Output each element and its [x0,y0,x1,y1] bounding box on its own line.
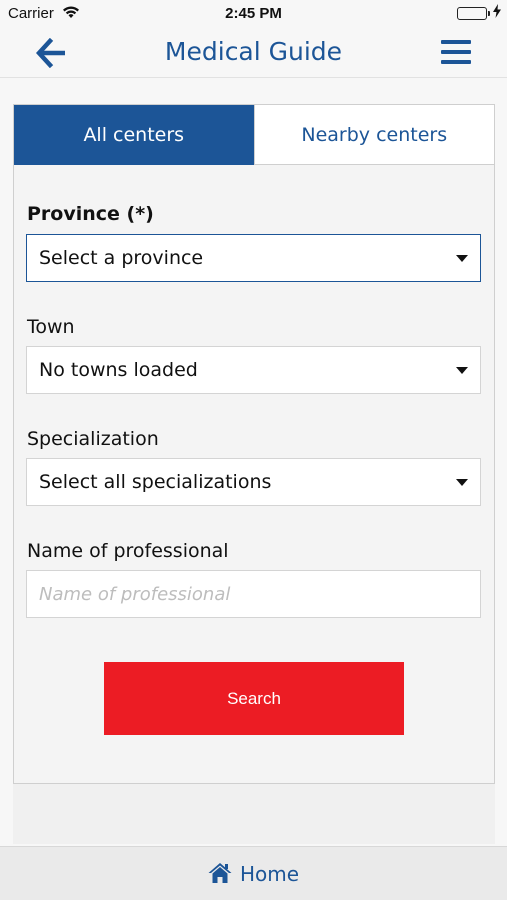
caret-down-icon [456,479,468,486]
professional-name-input[interactable] [26,570,481,618]
card-footer-area [13,784,495,844]
home-button[interactable]: Home [0,846,507,900]
hamburger-menu-icon[interactable] [441,40,471,66]
menu-bar [441,40,471,44]
professional-label: Name of professional [27,540,229,562]
menu-bar [441,50,471,54]
tab-bar: All centers Nearby centers [14,105,494,165]
home-label: Home [239,861,300,886]
home-icon [208,862,232,884]
specialization-select-value: Select all specializations [39,471,272,493]
charging-icon [493,4,501,22]
town-select-value: No towns loaded [39,359,198,381]
province-select[interactable]: Select a province [26,234,481,282]
search-button[interactable]: Search [104,662,404,735]
tab-nearby-centers[interactable]: Nearby centers [253,105,494,165]
province-label: Province (*) [27,203,154,225]
search-card: All centers Nearby centers Province (*) … [13,104,495,784]
tab-all-centers[interactable]: All centers [14,105,254,165]
page-title: Medical Guide [164,37,343,66]
specialization-label: Specialization [27,428,159,450]
town-select[interactable]: No towns loaded [26,346,481,394]
navigation-bar: Medical Guide [0,28,507,78]
clock: 2:45 PM [225,5,282,22]
specialization-select[interactable]: Select all specializations [26,458,481,506]
caret-down-icon [456,367,468,374]
menu-bar [441,60,471,64]
town-label: Town [27,316,75,338]
status-bar: Carrier 2:45 PM [0,0,507,28]
caret-down-icon [456,255,468,262]
battery-icon [457,7,490,20]
province-select-value: Select a province [39,247,204,269]
